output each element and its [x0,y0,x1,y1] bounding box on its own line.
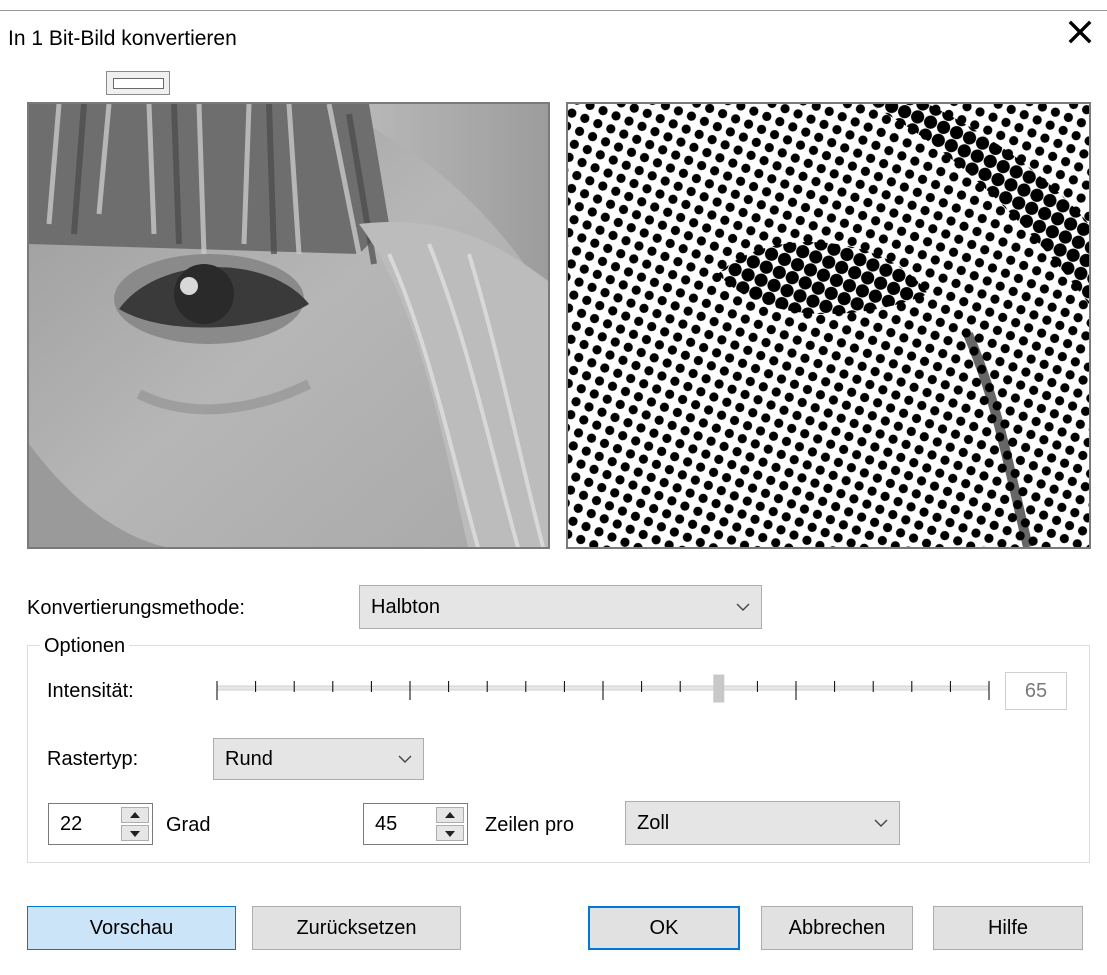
angle-value: 22 [60,813,83,835]
dialog-title: In 1 Bit-Bild konvertieren [8,27,237,50]
intensity-slider-track [216,674,990,703]
raster-type-select[interactable]: Rund [213,738,424,780]
lines-unit-select[interactable]: Zoll [625,801,900,845]
preview-layout-toggle-button[interactable] [106,71,170,95]
spin-down-icon[interactable] [436,825,464,841]
lines-spinbox[interactable]: 45 [363,803,468,845]
chevron-down-icon [874,819,888,827]
chevron-down-icon [736,603,750,611]
spin-up-icon[interactable] [121,807,149,823]
spin-down-icon[interactable] [121,825,149,841]
slider-thumb[interactable] [713,674,725,703]
intensity-label: Intensität: [47,680,134,702]
converted-preview-image[interactable] [566,102,1091,549]
raster-type-label: Rastertyp: [47,748,139,770]
halftone-preview [568,104,1089,547]
close-icon [1068,20,1092,44]
title-separator [0,10,1107,11]
help-button[interactable]: Hilfe [933,906,1083,950]
preview-button[interactable]: Vorschau [27,906,236,950]
angle-unit-label: Grad [166,814,211,836]
conversion-method-select[interactable]: Halbton [359,585,762,629]
lines-per-label: Zeilen pro [485,814,574,836]
intensity-value-box: 65 [1005,672,1067,710]
chevron-down-icon [398,755,412,763]
lines-value: 45 [375,813,398,835]
ok-button[interactable]: OK [588,906,740,950]
reset-button[interactable]: Zurücksetzen [252,906,461,950]
original-photo [29,104,548,547]
conversion-method-value: Halbton [371,595,440,618]
options-legend: Optionen [40,635,130,658]
original-preview-image[interactable] [27,102,550,549]
lines-unit-value: Zoll [637,811,670,834]
cancel-button[interactable]: Abbrechen [761,906,913,950]
angle-spinbox[interactable]: 22 [48,803,153,845]
intensity-slider[interactable] [215,670,991,710]
close-button[interactable] [1062,14,1098,50]
spin-up-icon[interactable] [436,807,464,823]
raster-type-value: Rund [225,747,273,770]
conversion-method-label: Konvertierungsmethode: [27,597,245,619]
